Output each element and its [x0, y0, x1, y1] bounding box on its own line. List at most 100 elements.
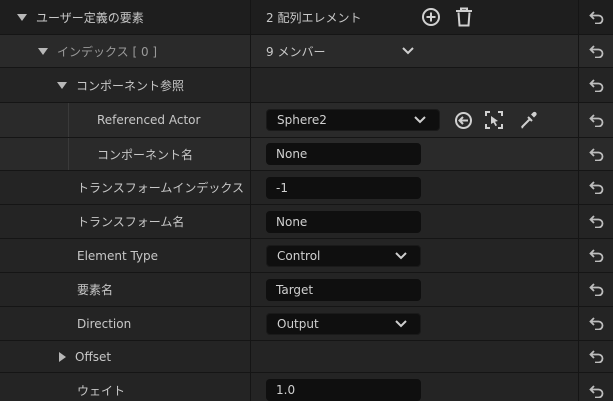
weight-value: 1.0 — [276, 383, 296, 397]
row-user-defined-elements: ユーザー定義の要素 2 配列エレメント — [0, 0, 613, 34]
weight-input[interactable]: 1.0 — [266, 379, 421, 401]
direction-value: Output — [277, 316, 319, 331]
reset-transform-index[interactable] — [579, 171, 613, 204]
direction-label: Direction — [77, 316, 132, 331]
reset-arrow-icon — [588, 317, 603, 330]
chevron-down-icon[interactable] — [401, 46, 415, 56]
row-component-reference: コンポーネント参照 — [0, 68, 613, 102]
plus-circle-icon[interactable] — [421, 7, 441, 27]
referenced-actor-value: Sphere2 — [277, 113, 327, 127]
element-type-value: Control — [277, 248, 321, 263]
row-offset: Offset — [0, 341, 613, 372]
expand-triangle-icon[interactable] — [17, 13, 27, 21]
component-ref-value-cell — [251, 68, 578, 102]
row-transform-index: トランスフォームインデックス -1 — [0, 171, 613, 204]
reset-arrow-icon — [588, 350, 603, 363]
component-name-value-cell: None — [251, 138, 578, 170]
transform-index-label: トランスフォームインデックス — [77, 181, 245, 195]
element-name-label: 要素名 — [77, 283, 114, 297]
select-actor-icon[interactable] — [484, 110, 504, 130]
expand-triangle-icon[interactable] — [38, 47, 48, 55]
reset-element-name[interactable] — [579, 273, 613, 306]
reset-element-type[interactable] — [579, 239, 613, 272]
transform-name-value-cell: None — [251, 205, 578, 238]
reset-arrow-icon — [588, 215, 603, 228]
component-ref-label: コンポーネント参照 — [76, 78, 185, 93]
weight-label: ウェイト — [77, 383, 126, 398]
row-component-name: コンポーネント名 None — [0, 138, 613, 170]
collapsed-triangle-icon[interactable] — [59, 351, 66, 362]
element-type-value-cell: Control — [251, 239, 578, 272]
offset-label-cell[interactable]: Offset — [0, 341, 250, 372]
element-name-value: Target — [276, 282, 314, 297]
reset-referenced-actor[interactable] — [579, 103, 613, 137]
reset-arrow-icon — [588, 78, 603, 92]
index-label-cell[interactable]: インデックス [ 0 ] — [0, 35, 250, 67]
transform-name-label-cell: トランスフォーム名 — [0, 205, 250, 238]
row-element-name: 要素名 Target — [0, 273, 613, 306]
chevron-down-icon — [414, 116, 426, 124]
transform-index-label-cell: トランスフォームインデックス — [0, 171, 250, 204]
reset-arrow-icon — [588, 10, 603, 24]
reset-weight[interactable] — [579, 373, 613, 401]
eyedropper-icon[interactable] — [519, 110, 539, 130]
row-referenced-actor: Referenced Actor Sphere2 — [0, 103, 613, 137]
element-type-combo[interactable]: Control — [266, 244, 421, 267]
transform-index-value-cell: -1 — [251, 171, 578, 204]
transform-index-input[interactable]: -1 — [266, 176, 421, 199]
reset-user-elements[interactable] — [579, 0, 613, 34]
trash-icon[interactable] — [455, 6, 473, 28]
chevron-down-icon — [395, 319, 407, 327]
reset-index[interactable] — [579, 35, 613, 67]
row-transform-name: トランスフォーム名 None — [0, 205, 613, 238]
component-name-value: None — [276, 147, 308, 161]
element-type-label: Element Type — [77, 248, 159, 263]
reset-arrow-icon — [588, 384, 603, 398]
reset-arrow-icon — [588, 147, 603, 161]
reset-component-name[interactable] — [579, 138, 613, 170]
component-name-label: コンポーネント名 — [97, 147, 194, 162]
transform-name-value: None — [276, 214, 308, 229]
user-elements-label-cell[interactable]: ユーザー定義の要素 — [0, 0, 250, 34]
weight-value-cell: 1.0 — [251, 373, 578, 401]
component-ref-label-cell[interactable]: コンポーネント参照 — [0, 68, 250, 102]
row-index-0: インデックス [ 0 ] 9 メンバー — [0, 35, 613, 67]
arrow-left-circle-icon[interactable] — [454, 111, 473, 130]
reset-arrow-icon — [588, 44, 603, 58]
reset-direction[interactable] — [579, 307, 613, 340]
row-direction: Direction Output — [0, 307, 613, 340]
offset-label: Offset — [75, 349, 112, 364]
component-name-input[interactable]: None — [266, 143, 421, 165]
row-weight: ウェイト 1.0 — [0, 373, 613, 401]
element-name-input[interactable]: Target — [266, 278, 421, 301]
row-element-type: Element Type Control — [0, 239, 613, 272]
index-value-cell: 9 メンバー — [251, 35, 578, 67]
indent-guide — [68, 103, 69, 137]
offset-value-cell — [251, 341, 578, 372]
direction-value-cell: Output — [251, 307, 578, 340]
reset-transform-name[interactable] — [579, 205, 613, 238]
reset-arrow-icon — [588, 113, 603, 127]
user-elements-value-cell: 2 配列エレメント — [251, 0, 578, 34]
component-name-label-cell: コンポーネント名 — [0, 138, 250, 170]
referenced-actor-value-cell: Sphere2 — [251, 103, 578, 137]
referenced-actor-label: Referenced Actor — [97, 113, 201, 127]
reset-component-ref[interactable] — [579, 68, 613, 102]
index-member-count: 9 メンバー — [266, 44, 326, 59]
referenced-actor-label-cell: Referenced Actor — [0, 103, 250, 137]
reset-arrow-icon — [588, 283, 603, 296]
weight-label-cell: ウェイト — [0, 373, 250, 401]
indent-guide — [68, 138, 69, 170]
chevron-down-icon — [395, 251, 407, 259]
expand-triangle-icon[interactable] — [57, 81, 67, 89]
transform-name-input[interactable]: None — [266, 210, 421, 233]
reset-arrow-icon — [588, 249, 603, 262]
referenced-actor-combo[interactable]: Sphere2 — [266, 109, 440, 131]
index-label: インデックス [ 0 ] — [57, 44, 158, 59]
user-elements-label: ユーザー定義の要素 — [36, 10, 144, 25]
direction-combo[interactable]: Output — [266, 312, 421, 335]
element-type-label-cell: Element Type — [0, 239, 250, 272]
reset-offset[interactable] — [579, 341, 613, 372]
element-name-label-cell: 要素名 — [0, 273, 250, 306]
element-name-value-cell: Target — [251, 273, 578, 306]
